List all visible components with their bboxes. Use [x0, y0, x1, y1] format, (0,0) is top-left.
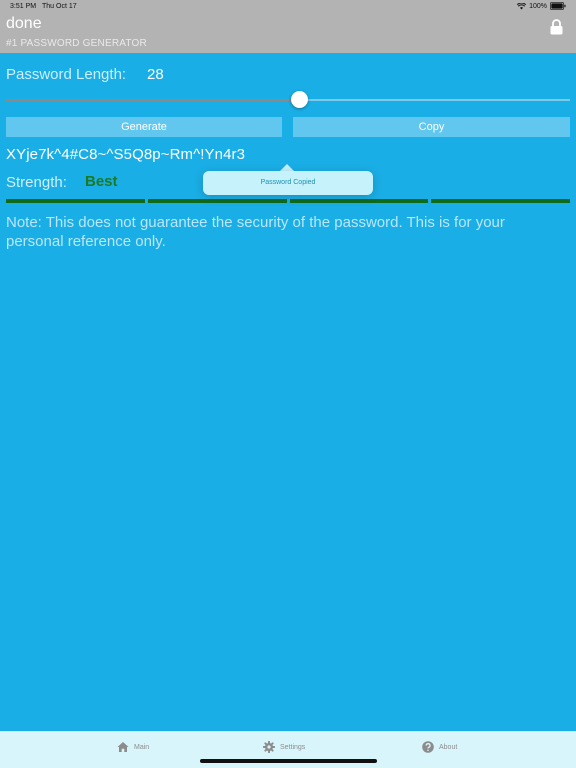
- battery-percent: 100%: [529, 2, 547, 10]
- tooltip-arrow: [280, 164, 294, 171]
- navigation-header: 3:51 PM Thu Oct 17 100% done #1 PASSWORD…: [0, 0, 576, 53]
- wifi-icon: [517, 2, 527, 9]
- tab-about[interactable]: About: [422, 740, 457, 754]
- password-copied-tooltip: Password Copied: [203, 171, 373, 195]
- strength-value: Best: [85, 173, 118, 190]
- status-date: Thu Oct 17: [42, 3, 77, 10]
- home-indicator: [200, 759, 377, 763]
- strength-meter: [6, 199, 570, 203]
- nav-subtitle: #1 PASSWORD GENERATOR: [6, 38, 147, 49]
- help-icon: [422, 741, 434, 753]
- password-length-value: 28: [147, 66, 164, 83]
- status-indicators: 100%: [517, 2, 566, 10]
- password-length-slider[interactable]: [6, 90, 570, 110]
- slider-fill: [6, 99, 300, 101]
- tab-settings[interactable]: Settings: [263, 740, 305, 754]
- copy-button[interactable]: Copy: [293, 117, 570, 137]
- status-bar: 3:51 PM Thu Oct 17 100%: [0, 0, 576, 14]
- strength-meter-segment: [6, 199, 145, 203]
- slider-thumb[interactable]: [291, 91, 309, 108]
- home-icon: [117, 742, 129, 752]
- strength-meter-segment: [289, 199, 429, 203]
- gear-icon: [263, 741, 275, 753]
- generate-button[interactable]: Generate: [6, 117, 282, 137]
- nav-title[interactable]: done: [6, 15, 42, 33]
- battery-icon: [550, 2, 566, 10]
- tab-settings-label: Settings: [280, 743, 306, 751]
- tab-about-label: About: [439, 743, 458, 751]
- strength-meter-segment: [431, 199, 570, 203]
- tab-main-label: Main: [134, 743, 150, 751]
- disclaimer-note: Note: This does not guarantee the securi…: [6, 214, 505, 250]
- generated-password: XYje7k^4#C8~^S5Q8p~Rm^!Yn4r3: [6, 146, 246, 163]
- tab-main[interactable]: Main: [117, 740, 149, 754]
- status-time: 3:51 PM: [10, 3, 37, 10]
- strength-meter-segment: [147, 199, 287, 203]
- strength-label: Strength:: [6, 174, 67, 191]
- password-length-label: Password Length:: [6, 66, 127, 83]
- lock-icon[interactable]: [550, 19, 563, 35]
